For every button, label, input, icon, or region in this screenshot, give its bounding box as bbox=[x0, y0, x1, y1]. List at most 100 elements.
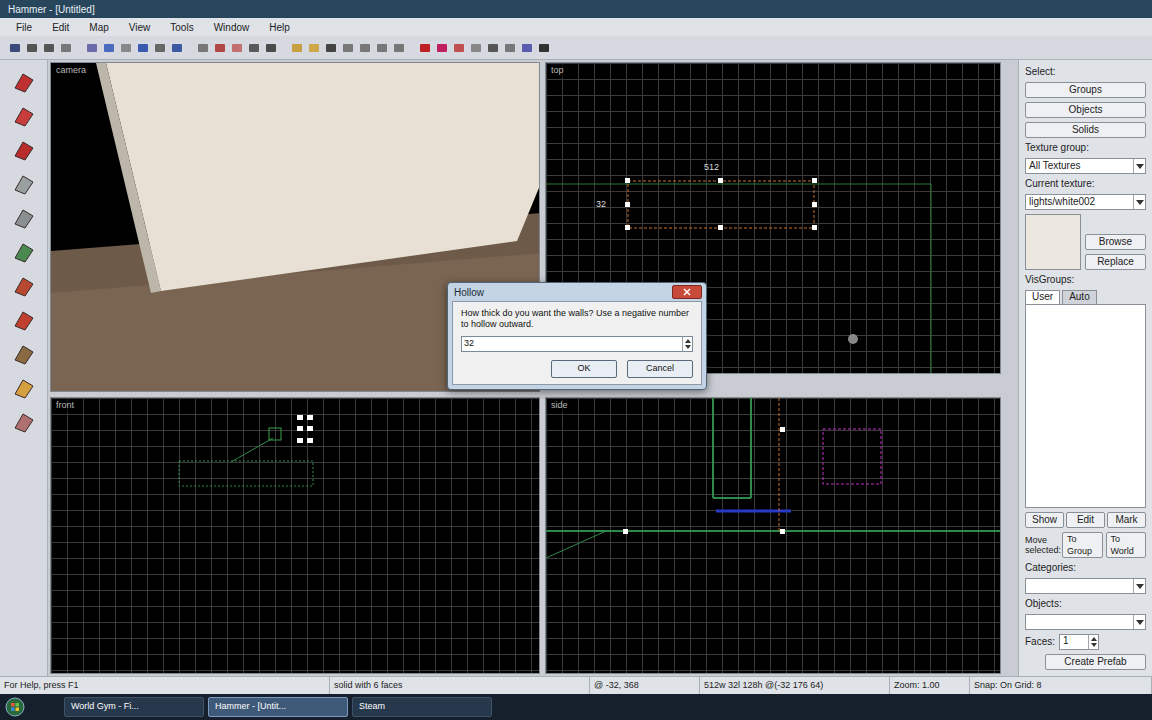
toolbar-button-icon[interactable] bbox=[213, 41, 227, 55]
title-bar: Hammer - [Untitled] bbox=[0, 0, 1152, 18]
tool-icon[interactable] bbox=[8, 170, 40, 198]
toolbar bbox=[0, 36, 1152, 60]
viewport-label[interactable]: camera bbox=[54, 64, 88, 78]
toolbar-button-icon[interactable] bbox=[85, 41, 99, 55]
taskbar-item[interactable]: Hammer - [Untit... bbox=[208, 697, 348, 717]
dropdown-arrow-icon bbox=[1133, 195, 1145, 209]
viewport[interactable]: front bbox=[50, 397, 540, 674]
visgroup-list[interactable] bbox=[1025, 304, 1146, 508]
toolbar-button-icon[interactable] bbox=[196, 41, 210, 55]
toolbar-button-icon[interactable] bbox=[307, 41, 321, 55]
tool-icon[interactable] bbox=[8, 340, 40, 368]
tool-icon[interactable] bbox=[8, 136, 40, 164]
toolbar-button-icon[interactable] bbox=[264, 41, 278, 55]
toolbar-button-icon[interactable] bbox=[136, 41, 150, 55]
toolbar-button-icon[interactable] bbox=[520, 41, 534, 55]
panel-button[interactable]: To World bbox=[1106, 532, 1147, 558]
status-text: @ -32, 368 bbox=[594, 679, 639, 693]
ok-button[interactable]: OK bbox=[551, 360, 617, 378]
tool-icon[interactable] bbox=[8, 272, 40, 300]
menu-item[interactable]: View bbox=[125, 20, 155, 35]
tool-icon[interactable] bbox=[8, 306, 40, 334]
menu-item[interactable]: Window bbox=[210, 20, 254, 35]
panel-button[interactable]: Browse bbox=[1085, 234, 1146, 250]
taskbar-item[interactable]: Steam bbox=[352, 697, 492, 717]
toolbar-button-icon[interactable] bbox=[375, 41, 389, 55]
status-text: solid with 6 faces bbox=[334, 679, 403, 693]
toolbar-button-icon[interactable] bbox=[290, 41, 304, 55]
faces-spinner[interactable]: 1 bbox=[1059, 634, 1099, 650]
toolbar-button-icon[interactable] bbox=[537, 41, 551, 55]
toolbar-button-icon[interactable] bbox=[170, 41, 184, 55]
toolbar-button-icon[interactable] bbox=[25, 41, 39, 55]
toolbar-button-icon[interactable] bbox=[102, 41, 116, 55]
menu-item[interactable]: File bbox=[12, 20, 36, 35]
panel-button[interactable]: Show bbox=[1025, 512, 1064, 528]
taskbar-item[interactable]: World Gym - Fi... bbox=[64, 697, 204, 717]
menu-bar: File Edit Map View Tools Window Help bbox=[0, 18, 1152, 36]
tool-icon[interactable] bbox=[8, 204, 40, 232]
toolbar-separator bbox=[281, 41, 287, 55]
toolbar-button-icon[interactable] bbox=[119, 41, 133, 55]
panel-button[interactable]: Mark bbox=[1107, 512, 1146, 528]
tool-icon[interactable] bbox=[8, 408, 40, 436]
toolbar-button-icon[interactable] bbox=[247, 41, 261, 55]
taskbar-label: World Gym - Fi... bbox=[71, 700, 139, 714]
toolbar-button-icon[interactable] bbox=[153, 41, 167, 55]
dropdown[interactable]: lights/white002 bbox=[1025, 194, 1146, 210]
status-cell: 512w 32l 128h @(-32 176 64) bbox=[700, 677, 890, 694]
toolbar-separator bbox=[409, 41, 415, 55]
viewport-label[interactable]: top bbox=[549, 64, 566, 78]
toolbar-button-icon[interactable] bbox=[59, 41, 73, 55]
field-label: Texture group: bbox=[1025, 142, 1146, 154]
visgroup-tab[interactable]: User bbox=[1025, 290, 1060, 304]
hollow-dialog: HollowHow thick do you want the walls? U… bbox=[447, 282, 707, 390]
menu-item[interactable]: Map bbox=[85, 20, 112, 35]
viewport[interactable]: side bbox=[545, 397, 1001, 674]
panel-button[interactable]: Objects bbox=[1025, 102, 1146, 118]
field-label: Objects: bbox=[1025, 598, 1146, 610]
toolbar-button-icon[interactable] bbox=[435, 41, 449, 55]
menu-item[interactable]: Tools bbox=[166, 20, 197, 35]
dropdown-value: lights/white002 bbox=[1026, 196, 1133, 208]
toolbar-button-icon[interactable] bbox=[503, 41, 517, 55]
toolbar-button-icon[interactable] bbox=[418, 41, 432, 55]
panel-button[interactable]: Edit bbox=[1066, 512, 1105, 528]
toolbar-button-icon[interactable] bbox=[392, 41, 406, 55]
toolbar-button-icon[interactable] bbox=[42, 41, 56, 55]
visgroup-tab[interactable]: Auto bbox=[1062, 290, 1097, 304]
cancel-button[interactable]: Cancel bbox=[627, 360, 693, 378]
tool-icon[interactable] bbox=[8, 68, 40, 96]
tool-icon[interactable] bbox=[8, 102, 40, 130]
toolbar-button-icon[interactable] bbox=[341, 41, 355, 55]
categories-dropdown[interactable] bbox=[1025, 578, 1146, 594]
panel-button[interactable]: To Group bbox=[1062, 532, 1103, 558]
viewport-drawing bbox=[546, 398, 1001, 674]
field-label: VisGroups: bbox=[1025, 274, 1146, 286]
tool-icon[interactable] bbox=[8, 238, 40, 266]
toolbar-button-icon[interactable] bbox=[469, 41, 483, 55]
toolbar-button-icon[interactable] bbox=[358, 41, 372, 55]
menu-item[interactable]: Help bbox=[265, 20, 294, 35]
toolbar-button-icon[interactable] bbox=[8, 41, 22, 55]
viewport-label[interactable]: side bbox=[549, 399, 570, 413]
start-button-icon[interactable] bbox=[4, 696, 26, 718]
dropdown[interactable]: All Textures bbox=[1025, 158, 1146, 174]
panel-button[interactable]: Replace bbox=[1085, 254, 1146, 270]
toolbar-button-icon[interactable] bbox=[230, 41, 244, 55]
menu-item[interactable]: Edit bbox=[48, 20, 73, 35]
toolbar-button-icon[interactable] bbox=[486, 41, 500, 55]
close-icon[interactable] bbox=[672, 285, 702, 299]
dropdown-arrow-icon bbox=[1133, 615, 1145, 629]
toolbar-button-icon[interactable] bbox=[452, 41, 466, 55]
objects-dropdown[interactable] bbox=[1025, 614, 1146, 630]
thickness-input[interactable] bbox=[462, 337, 682, 351]
toolbar-button-icon[interactable] bbox=[324, 41, 338, 55]
panel-button[interactable]: Solids bbox=[1025, 122, 1146, 138]
panel-button[interactable]: Create Prefab bbox=[1045, 654, 1146, 670]
dropdown-value: All Textures bbox=[1026, 160, 1133, 172]
spinner-arrows-icon bbox=[682, 337, 692, 351]
viewport-label[interactable]: front bbox=[54, 399, 76, 413]
panel-button[interactable]: Groups bbox=[1025, 82, 1146, 98]
tool-icon[interactable] bbox=[8, 374, 40, 402]
